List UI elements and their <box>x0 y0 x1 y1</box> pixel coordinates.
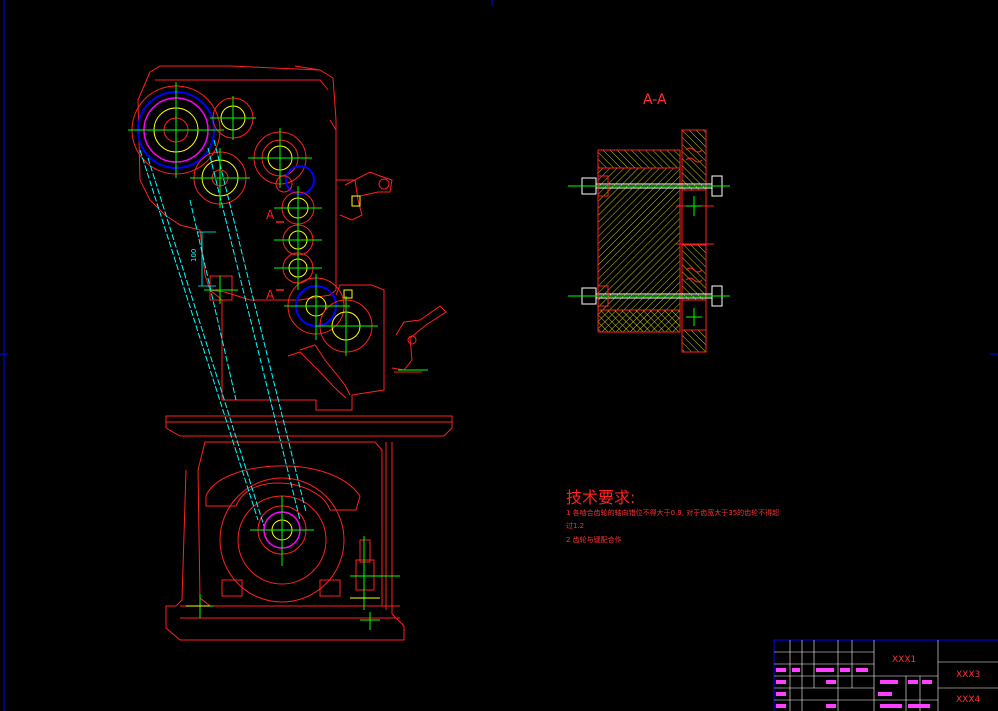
requirement-note-1: 1 各啮合齿轮的轴向错位不得大于0.9, 对于齿宽大于35的齿轮不得超 <box>566 509 780 517</box>
requirement-note-1-continued: 过1.2 <box>566 522 585 530</box>
drawing-frame <box>0 0 998 711</box>
main-elevation-view <box>137 65 453 641</box>
dimension-value: 100 <box>190 249 198 262</box>
technical-requirements-title: 技术要求: <box>566 488 636 507</box>
cut-line <box>276 221 284 291</box>
cut-marker-lower: A <box>266 288 275 302</box>
section-title: A-A <box>643 92 667 108</box>
cut-marker-upper: A <box>266 208 275 222</box>
title-block-name: XXX1 <box>892 655 917 665</box>
section-aa-view <box>568 129 730 353</box>
v-belts <box>139 139 307 527</box>
title-block-code: XXX4 <box>956 695 981 705</box>
requirement-note-2: 2 齿轮与键配合作 <box>566 536 622 544</box>
cad-drawing-canvas: 100 A A <box>0 0 998 711</box>
fastener-details <box>186 195 380 607</box>
title-block-material: XXX3 <box>956 670 981 680</box>
